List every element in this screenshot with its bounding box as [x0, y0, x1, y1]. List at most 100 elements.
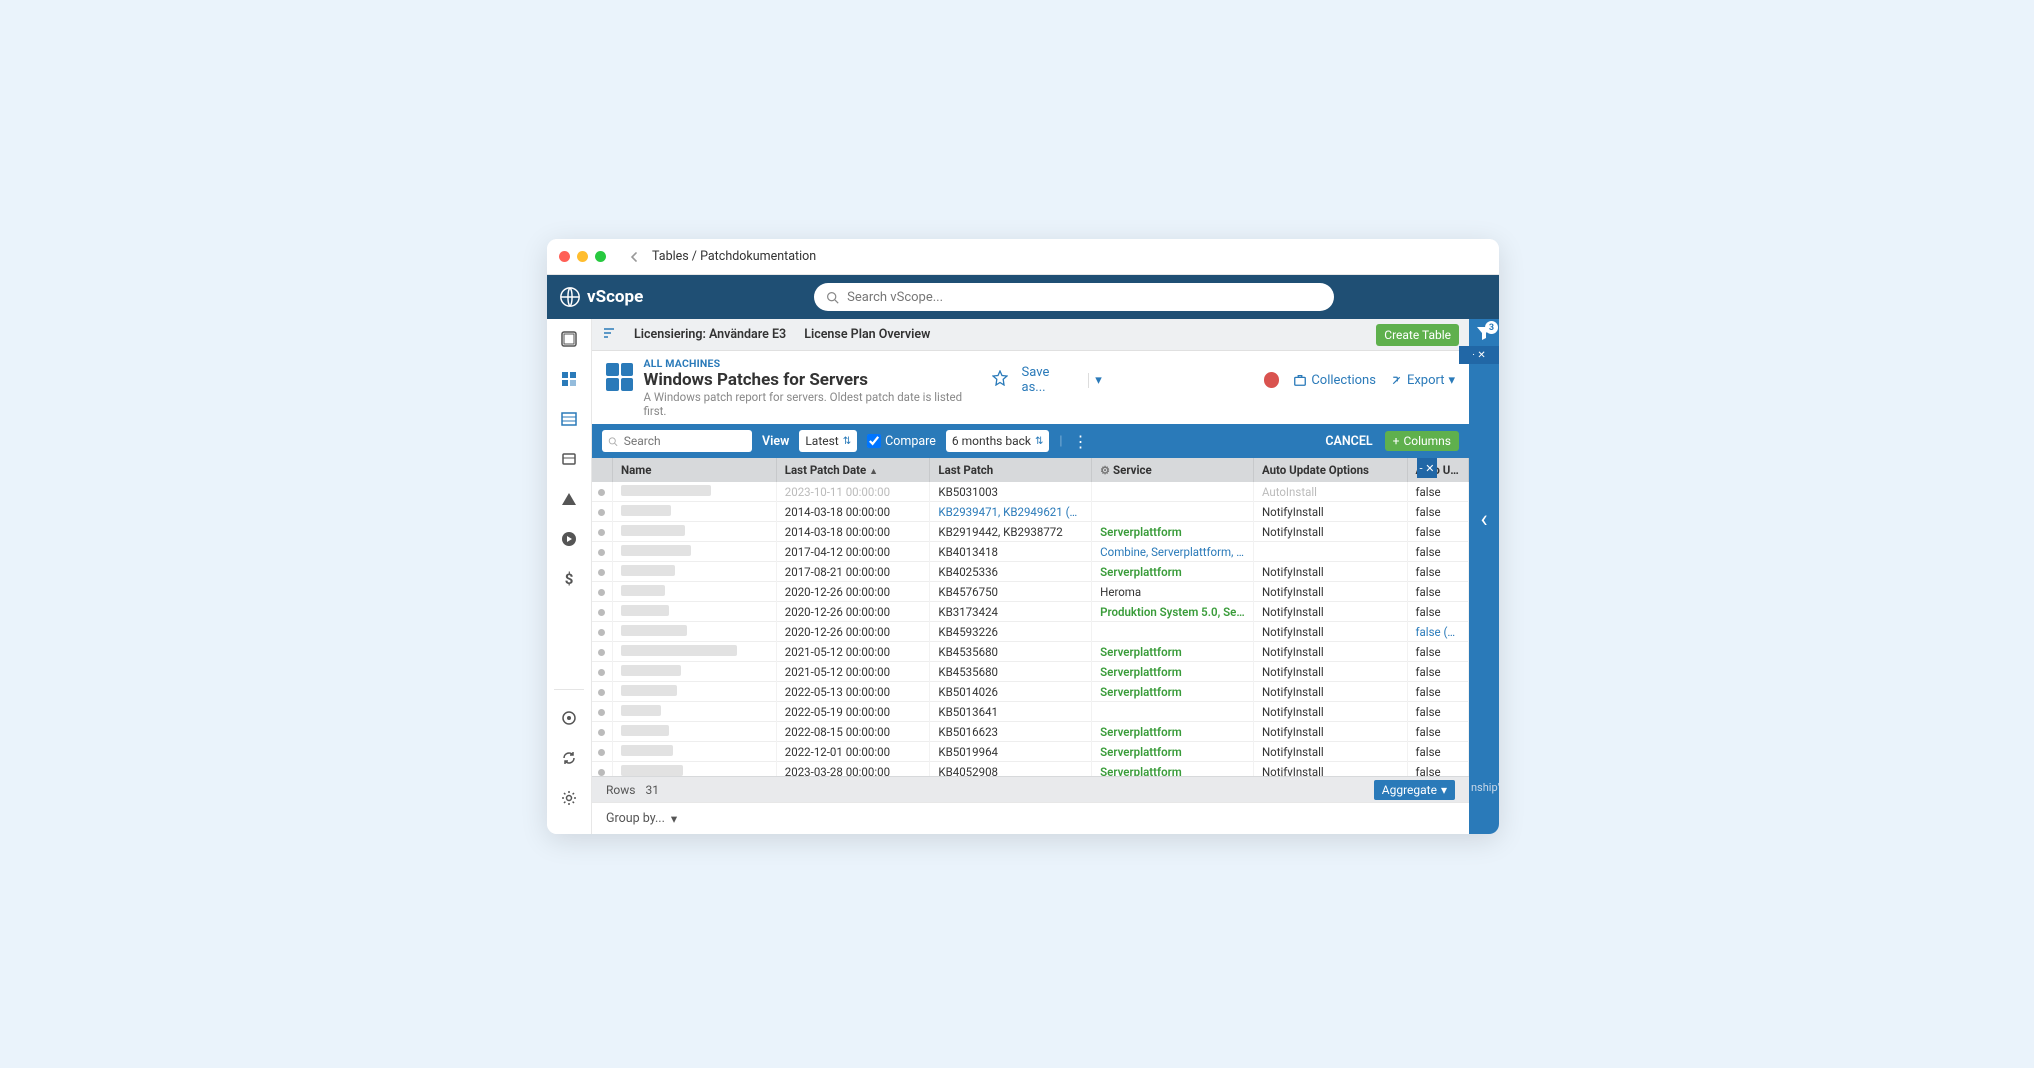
- column-last-patch[interactable]: Last Patch: [930, 458, 1092, 482]
- nav-cost-icon[interactable]: $: [557, 567, 581, 591]
- back-button[interactable]: [624, 247, 644, 267]
- cell-upver: false: [1407, 642, 1468, 662]
- cancel-button[interactable]: CANCEL: [1325, 434, 1372, 449]
- table-row[interactable]: 2020-12-26 00:00:00KB4576750HeromaNotify…: [592, 582, 1469, 602]
- table-row[interactable]: 2021-05-12 00:00:00KB4535680Serverplattf…: [592, 662, 1469, 682]
- table-row[interactable]: 2023-10-11 00:00:00KB5031003AutoInstallf…: [592, 482, 1469, 502]
- logo-text: vScope: [587, 287, 643, 307]
- column-name[interactable]: Name: [612, 458, 776, 482]
- nav-sync-icon[interactable]: [557, 746, 581, 770]
- tab-item[interactable]: License Plan Overview: [804, 327, 930, 342]
- aggregate-button[interactable]: Aggregate ▾: [1374, 780, 1455, 800]
- table-row[interactable]: 2021-05-12 00:00:00KB4535680Serverplattf…: [592, 642, 1469, 662]
- traffic-lights[interactable]: [559, 251, 606, 262]
- status-dot-icon: [598, 569, 605, 576]
- save-as-button[interactable]: Save as...: [1022, 365, 1075, 395]
- create-table-button[interactable]: Create Table: [1376, 324, 1459, 346]
- nav-grid-icon[interactable]: [557, 407, 581, 431]
- cell-upver: false (+fal: [1407, 622, 1468, 642]
- fullscreen-window-icon[interactable]: [595, 251, 606, 262]
- logo[interactable]: vScope: [559, 286, 643, 308]
- cell-auto: NotifyInstall: [1253, 642, 1407, 662]
- shared-indicator-icon[interactable]: [1264, 372, 1279, 388]
- export-button[interactable]: Export ▾: [1390, 373, 1455, 388]
- filter-icon[interactable]: 3: [1476, 325, 1492, 345]
- table-row[interactable]: 2014-03-18 00:00:00KB2939471, KB2949621 …: [592, 502, 1469, 522]
- column-last-patch-date[interactable]: Last Patch Date ▲: [776, 458, 930, 482]
- nav-play-icon[interactable]: [557, 527, 581, 551]
- column-auto-update[interactable]: Auto Update Options: [1253, 458, 1407, 482]
- nav-discovery-icon[interactable]: [557, 706, 581, 730]
- view-select[interactable]: Latest⇅: [799, 430, 857, 452]
- redacted-name: [621, 765, 683, 776]
- cell-patch: KB5016623: [930, 722, 1092, 742]
- table-row[interactable]: 2017-04-12 00:00:00KB4013418Combine, Ser…: [592, 542, 1469, 562]
- redacted-name: [621, 705, 661, 716]
- columns-button[interactable]: +Columns: [1385, 431, 1459, 451]
- cell-patch: KB4013418: [930, 542, 1092, 562]
- cell-auto: NotifyInstall: [1253, 682, 1407, 702]
- window-titlebar: Tables / Patchdokumentation: [547, 239, 1499, 275]
- close-window-icon[interactable]: [559, 251, 570, 262]
- search-icon: [608, 436, 618, 447]
- table-row[interactable]: 2020-12-26 00:00:00KB3173424Produktion S…: [592, 602, 1469, 622]
- sort-icon[interactable]: [602, 327, 616, 343]
- cell-date: 2022-05-19 00:00:00: [776, 702, 930, 722]
- nav-settings-icon[interactable]: [557, 786, 581, 810]
- cell-service: Serverplattform: [1092, 662, 1254, 682]
- select-column[interactable]: [592, 458, 612, 482]
- global-search-input[interactable]: Search vScope...: [814, 283, 1334, 311]
- table-row[interactable]: 2017-08-21 00:00:00KB4025336Serverplattf…: [592, 562, 1469, 582]
- cell-auto: NotifyInstall: [1253, 662, 1407, 682]
- cell-service[interactable]: Combine, Serverplattform, Verks...: [1092, 542, 1254, 562]
- cell-service: [1092, 502, 1254, 522]
- left-nav: $: [547, 319, 592, 834]
- column-service[interactable]: ⚙Service: [1092, 458, 1254, 482]
- cell-upver: false: [1407, 582, 1468, 602]
- save-as-dropdown[interactable]: ▾: [1088, 373, 1102, 388]
- nav-card-icon[interactable]: [557, 447, 581, 471]
- star-icon[interactable]: [992, 370, 1008, 390]
- nav-tables-icon[interactable]: [557, 367, 581, 391]
- nav-dashboards-icon[interactable]: [557, 327, 581, 351]
- compare-select[interactable]: 6 months back⇅: [946, 430, 1049, 452]
- table-row[interactable]: 2020-12-26 00:00:00KB4593226NotifyInstal…: [592, 622, 1469, 642]
- remove-column-icon[interactable]: - ✕: [1417, 458, 1437, 478]
- redacted-name: [621, 645, 737, 656]
- cell-date: 2021-05-12 00:00:00: [776, 662, 930, 682]
- tab-item[interactable]: Licensiering: Användare E3: [634, 327, 786, 342]
- expand-panel-icon[interactable]: ‹: [1480, 505, 1487, 533]
- table-row[interactable]: 2022-05-19 00:00:00KB5013641NotifyInstal…: [592, 702, 1469, 722]
- minimize-window-icon[interactable]: [577, 251, 588, 262]
- cell-upver: false: [1407, 682, 1468, 702]
- table-row[interactable]: 2014-03-18 00:00:00KB2919442, KB2938772S…: [592, 522, 1469, 542]
- cell-auto: NotifyInstall: [1253, 762, 1407, 777]
- status-dot-icon: [598, 709, 605, 716]
- header-crumb[interactable]: ALL MACHINES: [643, 357, 981, 370]
- status-dot-icon: [598, 549, 605, 556]
- table-row[interactable]: 2022-05-13 00:00:00KB5014026Serverplattf…: [592, 682, 1469, 702]
- panel-chip[interactable]: · ✕: [1459, 346, 1499, 364]
- table-search-input[interactable]: [602, 430, 752, 452]
- status-dot-icon: [598, 769, 605, 776]
- nav-alert-icon[interactable]: [557, 487, 581, 511]
- cell-upver: false: [1407, 702, 1468, 722]
- page-title: Windows Patches for Servers: [643, 370, 981, 390]
- cell-upver: false: [1407, 562, 1468, 582]
- export-icon: [1390, 374, 1403, 387]
- table-row[interactable]: 2022-12-01 00:00:00KB5019964Serverplattf…: [592, 742, 1469, 762]
- collections-button[interactable]: Collections: [1293, 373, 1376, 388]
- breadcrumb: Tables / Patchdokumentation: [652, 249, 816, 264]
- compare-checkbox[interactable]: Compare: [867, 434, 936, 449]
- redacted-name: [621, 625, 687, 636]
- cell-service: Serverplattform: [1092, 522, 1254, 542]
- cell-patch[interactable]: KB2939471, KB2949621 (+KB29...: [930, 502, 1092, 522]
- table-row[interactable]: 2022-08-15 00:00:00KB5016623Serverplattf…: [592, 722, 1469, 742]
- group-by-select[interactable]: Group by...▾: [592, 802, 1469, 834]
- cell-auto: AutoInstall: [1253, 482, 1407, 502]
- plus-icon: +: [1393, 434, 1400, 448]
- more-menu-icon[interactable]: ⋮: [1072, 432, 1088, 451]
- cell-patch: KB5031003: [930, 482, 1092, 502]
- table-row[interactable]: 2023-03-28 00:00:00KB4052908Serverplattf…: [592, 762, 1469, 777]
- sort-asc-icon: ▲: [869, 467, 878, 477]
